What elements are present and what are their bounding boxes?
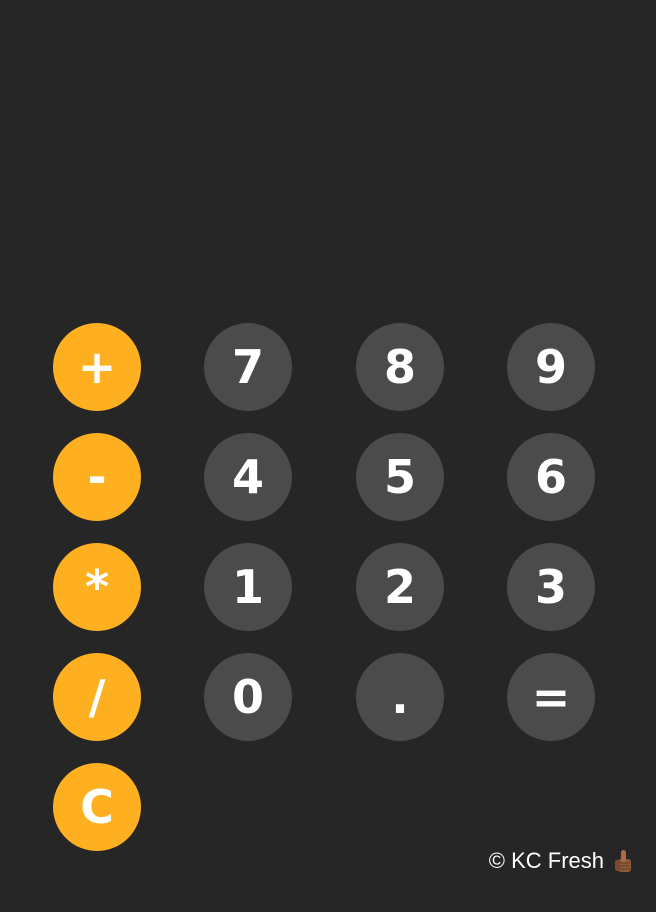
digit-5-button[interactable]: 5: [356, 433, 444, 521]
digit-2-button[interactable]: 2: [356, 543, 444, 631]
equals-button[interactable]: =: [507, 653, 595, 741]
digit-6-button[interactable]: 6: [507, 433, 595, 521]
plus-button[interactable]: +: [53, 323, 141, 411]
multiply-button[interactable]: *: [53, 543, 141, 631]
clear-button[interactable]: C: [53, 763, 141, 851]
digit-9-button[interactable]: 9: [507, 323, 595, 411]
minus-button[interactable]: -: [53, 433, 141, 521]
decimal-button[interactable]: .: [356, 653, 444, 741]
digit-4-button[interactable]: 4: [204, 433, 292, 521]
digit-8-button[interactable]: 8: [356, 323, 444, 411]
digit-7-button[interactable]: 7: [204, 323, 292, 411]
digit-0-button[interactable]: 0: [204, 653, 292, 741]
digit-3-button[interactable]: 3: [507, 543, 595, 631]
calculator-display: [0, 0, 656, 300]
credit-text: © KC Fresh: [488, 848, 604, 873]
divide-button[interactable]: /: [53, 653, 141, 741]
digit-1-button[interactable]: 1: [204, 543, 292, 631]
footer-credit: © KC Fresh: [489, 848, 634, 874]
thumbs-up-icon: [612, 848, 634, 874]
